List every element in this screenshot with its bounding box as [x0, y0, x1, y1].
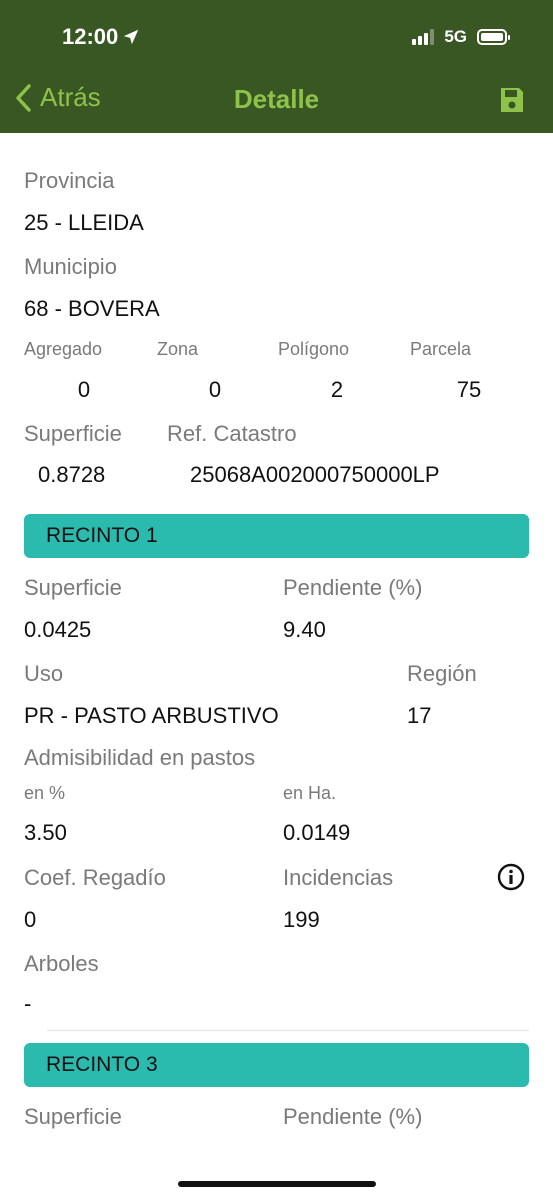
superficie-label: Superficie — [24, 421, 122, 446]
agregado-label: Agregado — [24, 339, 103, 359]
recinto-1-title: RECINTO 1 — [46, 524, 158, 547]
en-pct-label: en % — [24, 783, 66, 803]
location-arrow-icon — [124, 29, 139, 45]
coef-regadio-label: Coef. Regadío — [24, 865, 166, 890]
incidencias-value: 199 — [283, 907, 320, 932]
ref-catastro-label: Ref. Catastro — [167, 421, 297, 446]
coef-regadio-value: 0 — [24, 907, 37, 932]
provincia-label: Provincia — [24, 168, 115, 193]
status-indicators: 5G — [412, 27, 510, 47]
status-time: 12:00 — [62, 24, 140, 50]
parcela-value: 75 — [456, 377, 482, 402]
poligono-value: 2 — [330, 377, 344, 402]
zona-value: 0 — [208, 377, 222, 402]
floppy-disk-icon — [501, 88, 523, 112]
arboles-label: Arboles — [24, 951, 99, 976]
en-ha-value: 0.0149 — [283, 820, 351, 845]
save-button[interactable] — [499, 86, 525, 119]
zona-label: Zona — [157, 339, 199, 359]
recinto-1-region-value: 17 — [407, 703, 432, 728]
signal-icon — [412, 29, 435, 45]
agregado-value: 0 — [77, 377, 91, 402]
recinto-3-superficie-label: Superficie — [24, 1104, 122, 1129]
incidencias-label: Incidencias — [283, 865, 394, 890]
info-icon — [497, 863, 525, 891]
recinto-3-pendiente-label: Pendiente (%) — [283, 1104, 423, 1129]
recinto-1-superficie-label: Superficie — [24, 575, 122, 600]
admisibilidad-label: Admisibilidad en pastos — [24, 745, 256, 770]
recinto-1-header[interactable]: RECINTO 1 — [24, 514, 529, 558]
superficie-value: 0.8728 — [38, 462, 106, 487]
en-pct-value: 3.50 — [24, 820, 67, 845]
municipio-value: 68 - BOVERA — [24, 296, 160, 321]
recinto-1-pendiente-value: 9.40 — [283, 617, 326, 642]
municipio-label: Municipio — [24, 254, 117, 279]
recinto-1-superficie-value: 0.0425 — [24, 617, 92, 642]
network-label: 5G — [444, 27, 467, 46]
recinto-1-uso-value: PR - PASTO ARBUSTIVO — [24, 703, 279, 728]
status-time-text: 12:00 — [62, 24, 119, 49]
battery-icon — [477, 29, 510, 45]
ref-catastro-value: 25068A002000750000LP — [190, 462, 440, 487]
provincia-value: 25 - LLEIDA — [24, 210, 144, 235]
recinto-3-title: RECINTO 3 — [46, 1053, 158, 1076]
back-label: Atrás — [40, 82, 101, 112]
home-indicator[interactable] — [178, 1181, 376, 1187]
section-divider — [47, 1030, 529, 1031]
chevron-left-icon — [16, 83, 31, 112]
recinto-1-uso-label: Uso — [24, 661, 64, 686]
arboles-value: - — [24, 991, 32, 1016]
poligono-label: Polígono — [278, 339, 350, 359]
incidencias-info-button[interactable] — [497, 863, 525, 896]
back-button[interactable]: Atrás — [14, 82, 101, 113]
recinto-3-header[interactable]: RECINTO 3 — [24, 1043, 529, 1087]
parcela-label: Parcela — [410, 339, 472, 359]
recinto-1-region-label: Región — [407, 661, 477, 686]
recinto-1-pendiente-label: Pendiente (%) — [283, 575, 423, 600]
en-ha-label: en Ha. — [283, 783, 337, 803]
app-header: 12:00 5G Atrás Detalle — [0, 0, 553, 133]
